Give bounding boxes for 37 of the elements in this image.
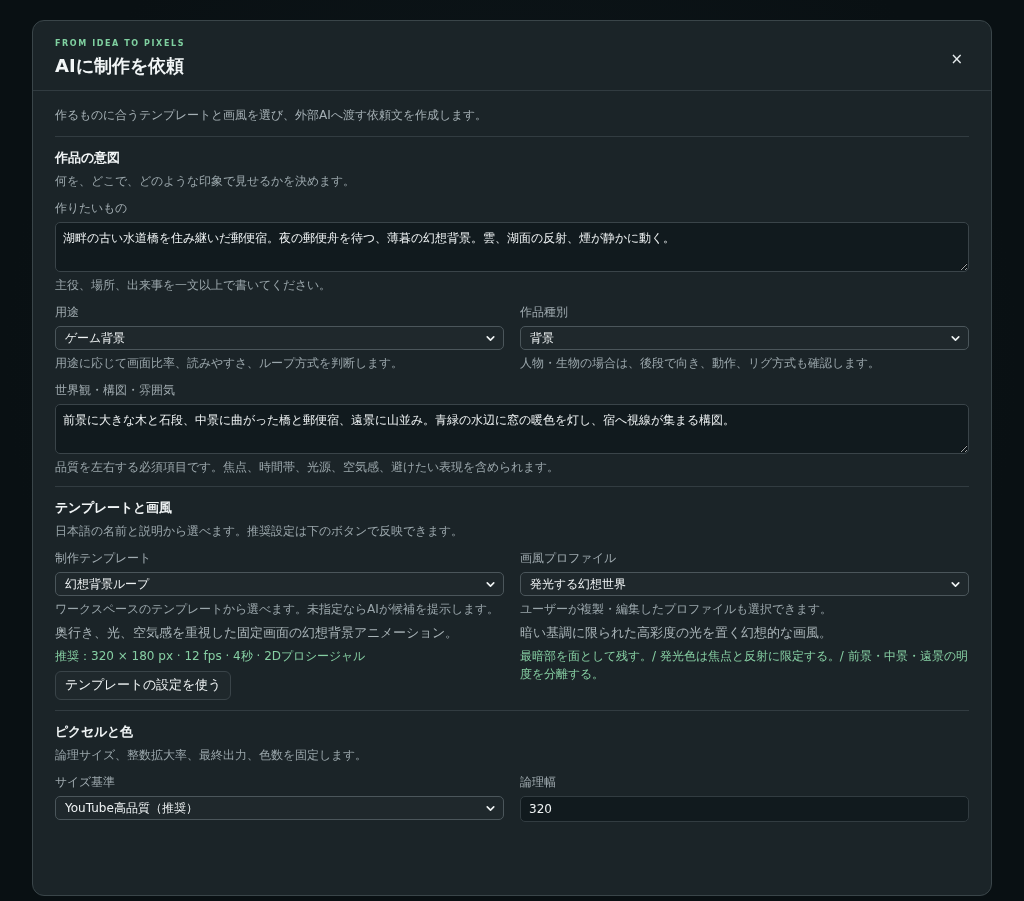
field-description: 暗い基調に限られた高彩度の光を置く幻想的な画風。 <box>520 625 832 642</box>
dialog-eyebrow: FROM IDEA TO PIXELS <box>55 39 185 48</box>
text-area[interactable]: 湖畔の古い水道橋を住み継いだ郵便宿。夜の郵便舟を待つ、薄暮の幻想背景。雲、湖面の反射、煙が静かに動く。 <box>55 222 969 272</box>
field-label: 作りたいもの <box>55 200 127 217</box>
section-title: ピクセルと色 <box>55 723 134 741</box>
dialog-title: AIに制作を依頼 <box>55 54 185 78</box>
recommendation-note: 推奨：320 × 180 px · 12 fps · 4秒 · 2Dプロシージャル <box>55 648 366 665</box>
field-description: 奥行き、光、空気感を重視した固定画面の幻想背景アニメーション。 <box>55 625 458 642</box>
apply-template-button[interactable]: テンプレートの設定を使う <box>55 671 231 700</box>
text-area[interactable]: 前景に大きな木と石段、中景に曲がった橋と郵便宿、遠景に山並み。青緑の水辺に窓の暖色を灯し、宿へ視線が集まる構図。 <box>55 404 969 454</box>
section-title: テンプレートと画風 <box>55 499 173 517</box>
dropdown-select[interactable]: 幻想背景ループ <box>55 572 504 596</box>
section-title: 作品の意図 <box>55 149 121 167</box>
recommendation-note: 最暗部を面として残す。/ 発光色は焦点と反射に限定する。/ 前景・中景・遠景の明度を分離する。 <box>520 648 969 683</box>
section-description: 論理サイズ、整数拡大率、最終出力、色数を固定します。 <box>55 747 368 764</box>
field-label: 世界観・構図・雰囲気 <box>55 382 175 399</box>
field-label: 制作テンプレート <box>55 550 151 567</box>
close-button[interactable]: × <box>944 47 969 70</box>
field-hint: ユーザーが複製・編集したプロファイルも選択できます。 <box>520 601 832 618</box>
field-hint: ワークスペースのテンプレートから選べます。未指定ならAIが候補を提示します。 <box>55 601 499 618</box>
field-hint: 用途に応じて画面比率、読みやすさ、ループ方式を判断します。 <box>55 355 403 372</box>
dropdown-select[interactable]: 発光する幻想世界 <box>520 572 969 596</box>
section-description: 日本語の名前と説明から選べます。推奨設定は下のボタンで反映できます。 <box>55 523 464 540</box>
section-description: 何を、どこで、どのような印象で見せるかを決めます。 <box>55 173 356 190</box>
dialog-intro: 作るものに合うテンプレートと画風を選び、外部AIへ渡す依頼文を作成します。 <box>55 107 488 124</box>
field-hint: 人物・生物の場合は、後段で向き、動作、リグ方式も確認します。 <box>520 355 880 372</box>
field-label: 用途 <box>55 304 79 321</box>
field-label: 論理幅 <box>520 774 556 791</box>
dropdown-select[interactable]: ゲーム背景 <box>55 326 504 350</box>
input-field[interactable]: 320 <box>520 796 969 822</box>
field-label: 作品種別 <box>520 304 568 321</box>
field-hint: 主役、場所、出来事を一文以上で書いてください。 <box>55 277 331 294</box>
dropdown-select[interactable]: YouTube高品質（推奨） <box>55 796 504 820</box>
field-label: サイズ基準 <box>55 774 115 791</box>
dropdown-select[interactable]: 背景 <box>520 326 969 350</box>
field-label: 画風プロファイル <box>520 550 616 567</box>
field-hint: 品質を左右する必須項目です。焦点、時間帯、光源、空気感、避けたい表現を含められます。 <box>55 459 559 476</box>
